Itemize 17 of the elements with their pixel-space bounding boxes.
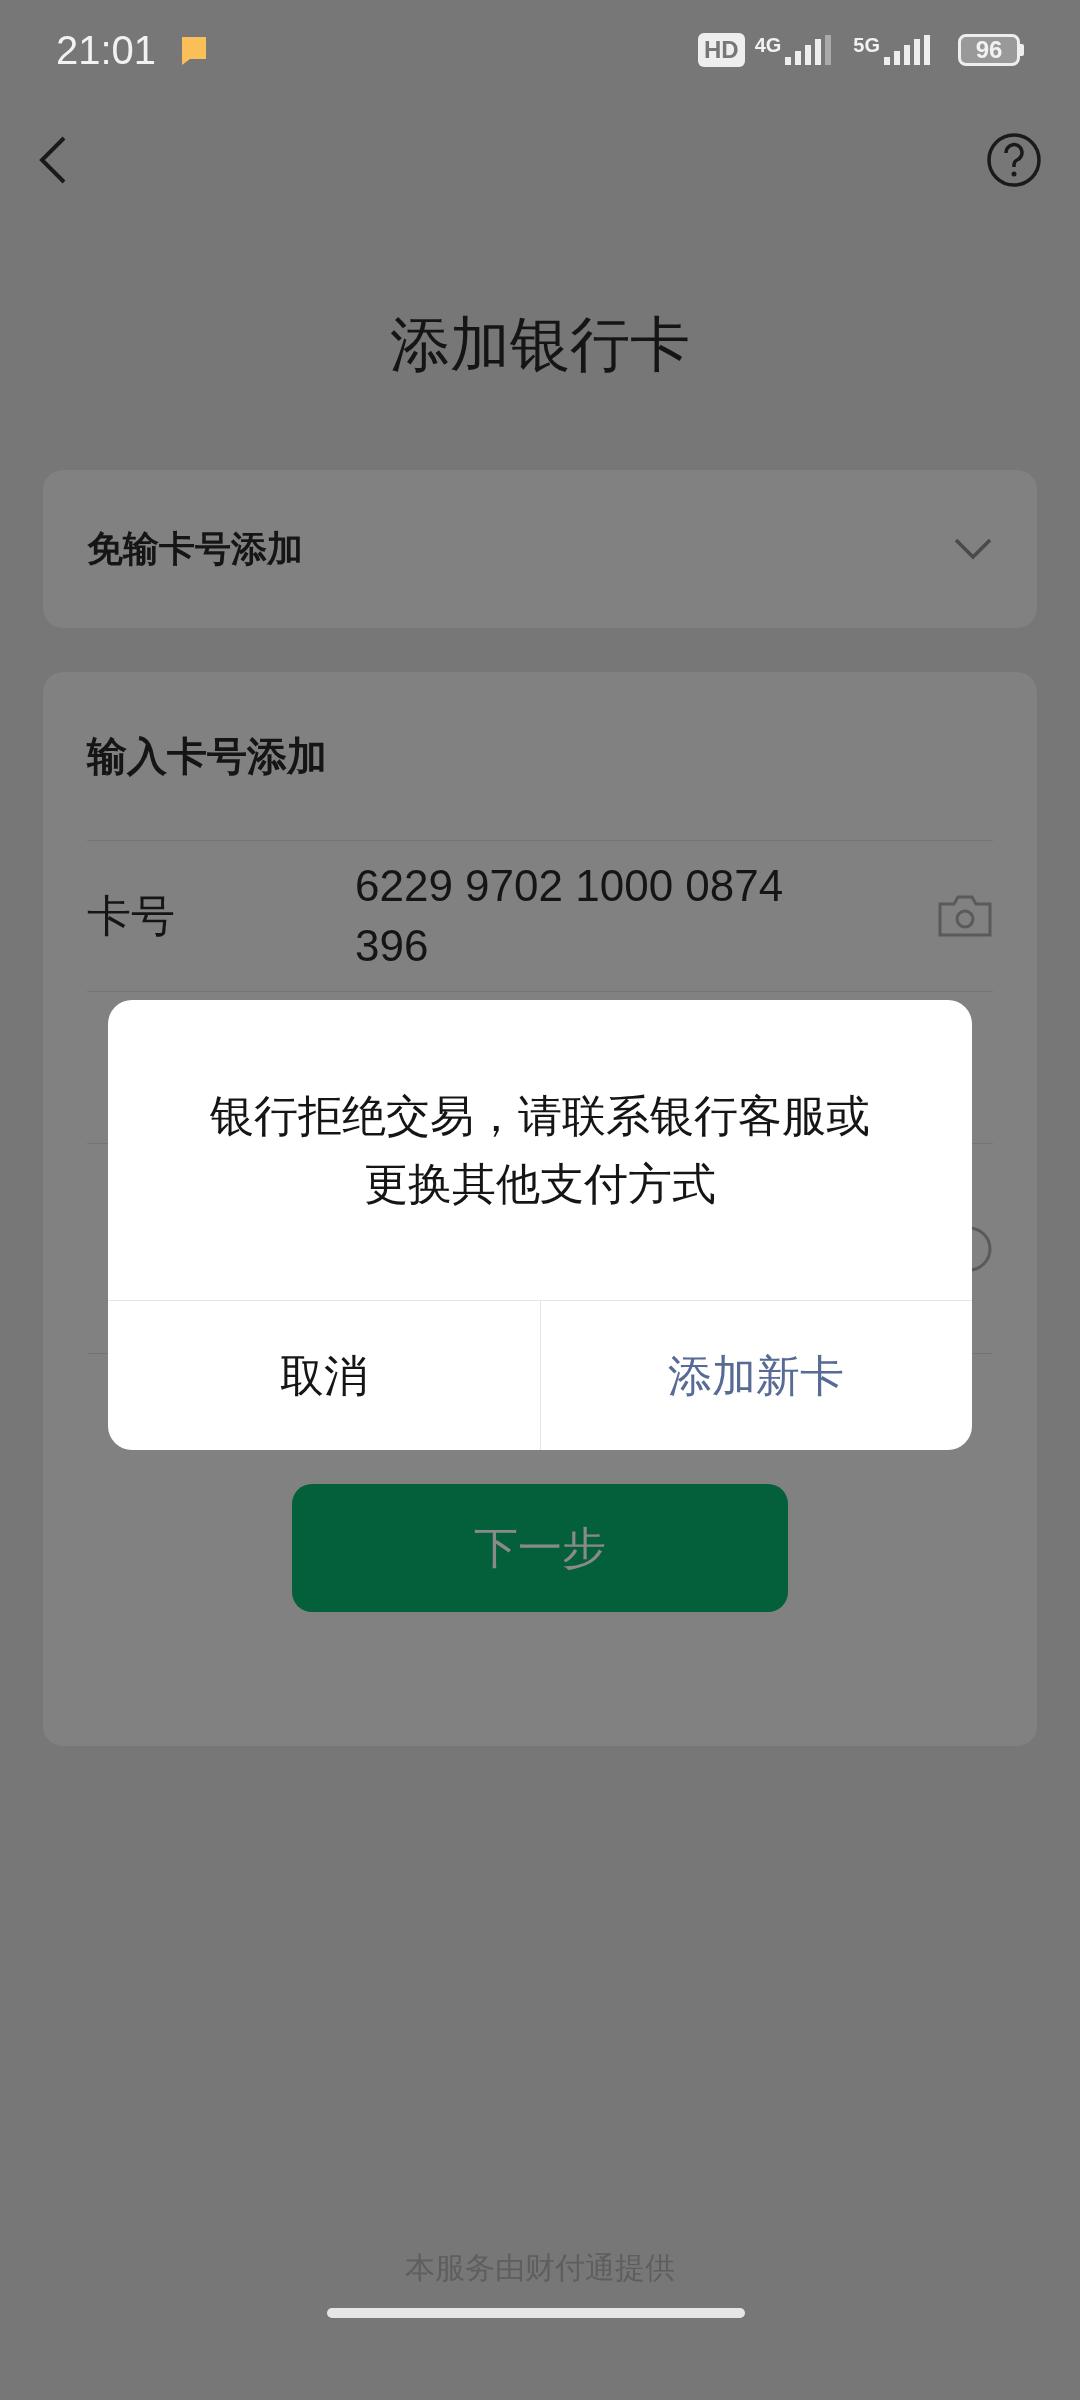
battery-level: 96 — [958, 34, 1020, 66]
card-number-field[interactable]: 6229 9702 1000 0874 396 — [355, 856, 825, 976]
network-type: 4G — [754, 35, 782, 55]
dialog-message: 银行拒绝交易，请联系银行客服或 更换其他支付方式 — [210, 1090, 870, 1210]
clock-time: 21:01 — [56, 27, 157, 74]
page-title: 添加银行卡 — [390, 310, 690, 380]
help-icon[interactable] — [986, 132, 1042, 188]
cancel-button[interactable]: 取消 — [108, 1301, 540, 1450]
back-icon[interactable] — [38, 135, 68, 185]
battery-tip-icon — [1020, 44, 1024, 56]
hd-voice-badge: HD — [697, 33, 745, 67]
add-new-card-button[interactable]: 添加新卡 — [539, 1301, 972, 1450]
field-label: 卡号 — [87, 890, 176, 942]
message-notification-icon — [180, 35, 209, 65]
section-heading: 输入卡号添加 — [87, 733, 327, 780]
network-type: 5G — [853, 35, 880, 55]
quick-add-row[interactable]: 免输卡号添加 — [43, 470, 1037, 628]
